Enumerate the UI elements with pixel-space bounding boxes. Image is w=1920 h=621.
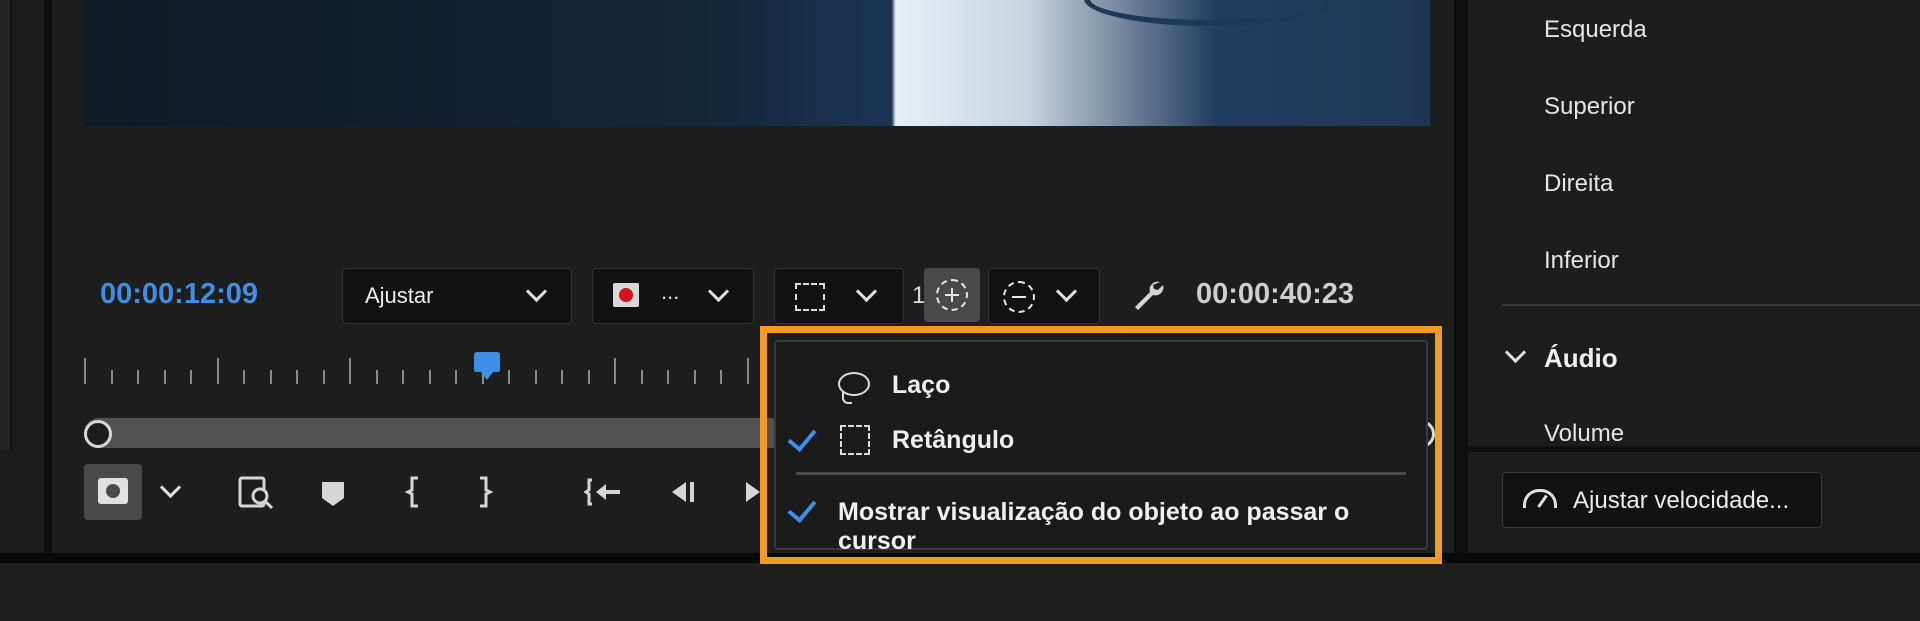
mark-in-button[interactable] <box>394 472 434 512</box>
effect-controls-panel <box>1468 0 1920 553</box>
panel-divider <box>1468 446 1920 452</box>
menu-separator <box>796 472 1406 475</box>
left-panel-edge <box>0 0 12 450</box>
go-to-in-button[interactable] <box>583 472 624 512</box>
speedometer-icon <box>1523 489 1557 508</box>
ruler-tick <box>349 358 351 384</box>
ruler-tick <box>720 370 722 384</box>
volume-label[interactable]: Volume <box>1544 420 1624 448</box>
playhead-marker[interactable] <box>474 352 500 380</box>
adjust-speed-button[interactable]: Ajustar velocidade... <box>1502 472 1822 528</box>
menu-item-label: Retângulo <box>892 426 1015 454</box>
ruler-tick <box>561 370 563 384</box>
current-timecode[interactable]: 00:00:12:09 <box>100 278 258 311</box>
rectangle-select-icon <box>840 425 870 455</box>
add-selection-button[interactable] <box>924 268 980 322</box>
ruler-tick <box>587 370 590 384</box>
menu-item-lasso[interactable]: Laço <box>776 358 1426 412</box>
crop-right-label: Direita <box>1544 170 1614 197</box>
time-ruler[interactable] <box>84 352 764 384</box>
ruler-tick <box>534 370 537 384</box>
chevron-down-icon <box>1055 280 1078 303</box>
zoom-level-dropdown[interactable]: Ajustar <box>342 268 572 324</box>
video-preview[interactable] <box>84 0 1430 126</box>
scrollbar-start-handle[interactable] <box>84 420 112 448</box>
zoom-icon <box>238 476 274 510</box>
marker-icon <box>322 482 344 506</box>
step-back-button[interactable] <box>662 472 702 512</box>
ruler-tick <box>402 370 404 384</box>
ruler-tick <box>216 358 219 384</box>
subtract-selection-dropdown[interactable] <box>988 268 1100 324</box>
go-to-in-icon <box>583 478 620 506</box>
ruler-tick <box>84 358 86 384</box>
adjust-speed-label: Ajustar velocidade... <box>1573 487 1790 514</box>
mark-out-icon <box>480 476 494 508</box>
checkmark-icon <box>787 421 817 453</box>
lasso-icon <box>838 372 870 404</box>
menu-item-label: Laço <box>892 371 951 399</box>
ruler-tick <box>296 370 298 384</box>
bottom-panel <box>0 563 1920 621</box>
playback-resolution-dropdown[interactable]: ... <box>592 268 754 324</box>
ruler-tick <box>455 370 457 384</box>
record-icon <box>613 283 639 307</box>
total-duration-timecode: 00:00:40:23 <box>1196 278 1354 310</box>
rectangle-select-icon <box>795 283 825 311</box>
ruler-tick <box>375 370 378 384</box>
ruler-tick <box>693 370 696 384</box>
ruler-tick <box>190 370 192 384</box>
audio-section-header[interactable]: Áudio <box>1544 343 1618 374</box>
ruler-tick <box>163 370 166 384</box>
crop-left-label: Esquerda <box>1544 16 1647 43</box>
ruler-tick <box>137 370 139 384</box>
panel-divider-right[interactable] <box>1454 0 1468 553</box>
selection-mode-dropdown[interactable] <box>774 268 904 324</box>
ruler-tick <box>322 370 325 384</box>
chevron-down-icon <box>855 280 878 303</box>
camera-icon <box>98 478 128 504</box>
selection-mode-menu: Laço Retângulo Mostrar visualização do o… <box>774 340 1428 555</box>
add-selection-icon <box>936 279 968 311</box>
wrench-icon[interactable] <box>1130 278 1166 314</box>
ruler-tick <box>508 370 510 384</box>
ruler-tick <box>269 370 272 384</box>
ruler-tick <box>110 370 113 384</box>
subtract-selection-icon <box>1003 281 1035 313</box>
chevron-down-icon <box>707 280 730 303</box>
checkmark-icon <box>787 492 817 524</box>
step-back-icon <box>672 482 694 502</box>
menu-item-label: Mostrar visualização do objeto ao passar… <box>838 498 1350 555</box>
menu-item-rectangle[interactable]: Retângulo <box>776 414 1426 468</box>
ruler-tick <box>667 370 669 384</box>
video-subject-shape <box>1084 0 1336 26</box>
chevron-down-icon <box>525 280 548 303</box>
add-marker-button[interactable] <box>312 472 352 512</box>
section-divider <box>1502 304 1920 306</box>
mark-out-button[interactable] <box>464 472 504 512</box>
ruler-tick <box>640 370 643 384</box>
crop-bottom-label: Inferior <box>1544 247 1619 274</box>
ruler-tick <box>428 370 431 384</box>
ruler-tick <box>243 370 245 384</box>
zoom-level-label: Ajustar <box>365 283 434 308</box>
playback-resolution-label: ... <box>661 279 680 304</box>
menu-item-show-preview[interactable]: Mostrar visualização do objeto ao passar… <box>776 485 1426 555</box>
mark-in-icon <box>404 476 418 508</box>
ruler-tick <box>746 358 749 384</box>
export-frame-button[interactable] <box>84 464 142 520</box>
panel-divider-left[interactable] <box>44 0 52 553</box>
ruler-tick <box>614 358 616 384</box>
crop-top-label: Superior <box>1544 93 1635 120</box>
zoom-preview-button[interactable] <box>236 472 276 512</box>
